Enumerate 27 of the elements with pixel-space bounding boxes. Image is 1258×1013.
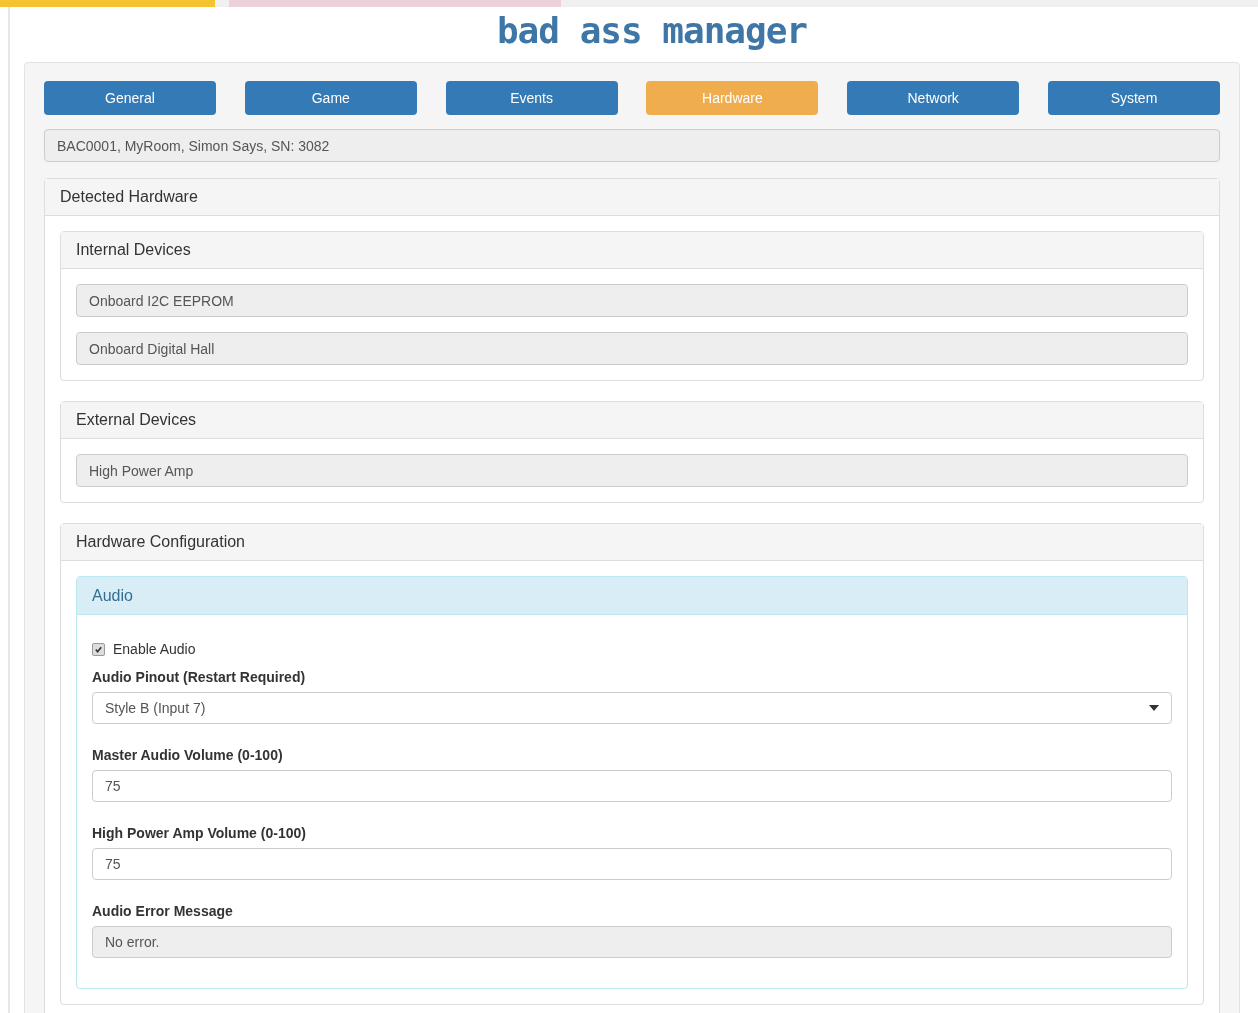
tab-button[interactable]: General [44, 81, 216, 115]
panel-header: Internal Devices [61, 232, 1203, 269]
panel-header: Audio [77, 577, 1187, 615]
panel-header: External Devices [61, 402, 1203, 439]
caret-icon [1149, 705, 1159, 711]
tab-button[interactable]: Events [445, 81, 618, 115]
panel-header: Hardware Configuration [61, 524, 1203, 561]
message-field: No error. [92, 926, 1172, 958]
field-label: Master Audio Volume (0-100) [92, 747, 284, 763]
device-info-field: BAC0001, MyRoom, Simon Says, SN: 3082 [44, 129, 1220, 162]
field-label: High Power Amp Volume (0-100) [92, 825, 307, 841]
select-field[interactable]: Style B (Input 7) [92, 692, 1172, 724]
field-label: Audio Error Message [92, 903, 234, 919]
input-field[interactable]: 75 [92, 770, 1172, 802]
panel-header: Detected Hardware [45, 179, 1219, 216]
tab-button[interactable]: Game [244, 81, 417, 115]
device-field: Onboard Digital Hall [76, 332, 1188, 365]
checkbox[interactable] [92, 642, 105, 656]
tab-button[interactable]: Network [847, 81, 1020, 115]
field-label: Audio Pinout (Restart Required) [92, 669, 307, 685]
checkbox-label: Enable Audio [113, 641, 196, 657]
check-icon [94, 644, 103, 654]
logo: bad ass manager [495, 9, 809, 53]
device-field: High Power Amp [76, 454, 1188, 487]
tab-button[interactable]: System [1048, 81, 1220, 115]
input-field[interactable]: 75 [92, 848, 1172, 880]
device-field: Onboard I2C EEPROM [76, 284, 1188, 317]
